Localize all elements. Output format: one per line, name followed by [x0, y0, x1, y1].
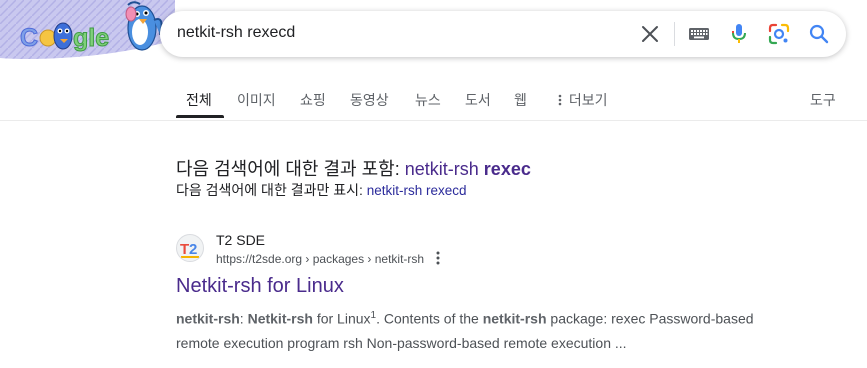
result-site-name[interactable]: T2 SDE	[216, 232, 265, 248]
snippet-bold-1: netkit-rsh	[176, 310, 240, 327]
only-search-prefix: 다음 검색어에 대한 결과만 표시:	[176, 182, 363, 198]
tab-images[interactable]: 이미지	[237, 90, 276, 110]
snippet-text-2: for Linux	[312, 310, 371, 327]
corrected-query-bold: rexec	[483, 159, 531, 179]
result-options-icon[interactable]	[433, 250, 443, 266]
search-icon[interactable]	[807, 22, 831, 46]
site-favicon: T 2	[176, 234, 204, 262]
svg-text:gle: gle	[73, 24, 109, 52]
tab-shopping[interactable]: 쇼핑	[300, 90, 326, 110]
tab-more-label: 더보기	[568, 92, 608, 108]
snippet-bold-3: netkit-rsh	[482, 310, 547, 327]
search-box[interactable]: netkit-rsh rexecd	[160, 11, 846, 57]
search-box-divider	[674, 22, 675, 46]
svg-text:C: C	[20, 24, 38, 52]
tab-more[interactable]: 더보기	[555, 90, 608, 110]
active-tab-indicator	[176, 115, 224, 118]
showing-results-for: 다음 검색어에 대한 결과 포함: netkit-rsh rexec	[176, 155, 531, 181]
tools-button[interactable]: 도구	[810, 90, 836, 110]
google-doodle-logo[interactable]: C gle	[0, 0, 175, 62]
more-vert-icon	[558, 94, 562, 106]
keyboard-icon[interactable]	[687, 22, 711, 46]
tab-books[interactable]: 도서	[465, 90, 491, 110]
corrected-query-plain: netkit-rsh	[404, 159, 479, 179]
snippet-text-3: . Contents of the	[376, 310, 483, 327]
snippet-text-1: :	[239, 310, 248, 327]
tab-videos[interactable]: 동영상	[350, 90, 389, 110]
result-url[interactable]: https://t2sde.org › packages › netkit-rs…	[216, 252, 424, 266]
original-query-link[interactable]: netkit-rsh rexecd	[367, 183, 467, 198]
snippet-bold-2: Netkit-rsh	[247, 310, 313, 327]
search-tabs: 전체 이미지 쇼핑 동영상 뉴스 도서 웹 더보기 도구	[0, 88, 867, 121]
google-lens-icon[interactable]	[767, 22, 791, 46]
tab-web[interactable]: 웹	[514, 90, 527, 110]
clear-icon[interactable]	[638, 22, 662, 46]
result-title-link[interactable]: Netkit-rsh for Linux	[176, 275, 344, 298]
tab-news[interactable]: 뉴스	[415, 90, 441, 110]
svg-text:2: 2	[189, 241, 197, 258]
microphone-icon[interactable]	[727, 22, 751, 46]
correction-prefix: 다음 검색어에 대한 결과 포함:	[176, 159, 400, 179]
corrected-query-link[interactable]: netkit-rsh rexec	[405, 159, 531, 179]
tab-all[interactable]: 전체	[186, 90, 212, 110]
svg-text:T: T	[180, 241, 189, 258]
search-instead-for: 다음 검색어에 대한 결과만 표시: netkit-rsh rexecd	[176, 180, 467, 200]
search-input[interactable]: netkit-rsh rexecd	[177, 24, 295, 42]
result-snippet: netkit-rsh: Netkit-rsh for Linux1. Conte…	[176, 304, 776, 355]
